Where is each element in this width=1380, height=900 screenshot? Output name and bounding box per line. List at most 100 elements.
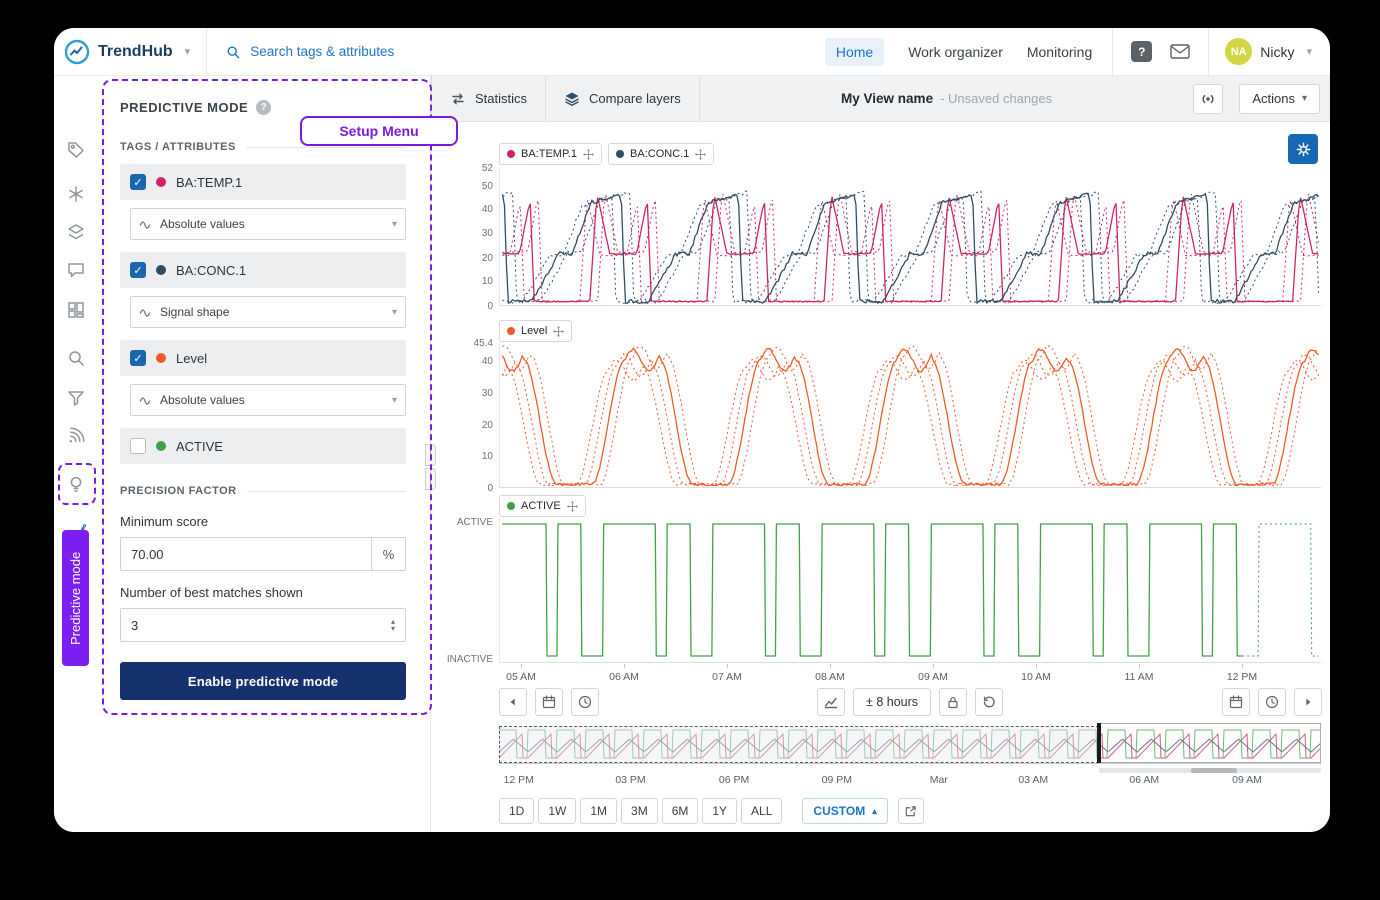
dashboard-icon[interactable] <box>64 298 88 322</box>
plot-chart-2[interactable] <box>499 343 1321 488</box>
predictive-mode-tab[interactable]: Predictive mode <box>62 530 89 666</box>
legend-chip-active[interactable]: ACTIVE <box>499 495 586 517</box>
dropdown-value: Absolute values <box>160 393 384 407</box>
layers-icon[interactable] <box>64 220 88 244</box>
tag-option-dropdown[interactable]: Signal shape ▾ <box>130 296 406 328</box>
y-tick-label: 20 <box>482 253 493 264</box>
range-1m-button[interactable]: 1M <box>580 798 617 824</box>
pan-right-button[interactable] <box>1294 688 1322 716</box>
minimum-score-label: Minimum score <box>120 514 406 529</box>
move-icon[interactable] <box>567 501 578 512</box>
tag-option-dropdown[interactable]: Absolute values ▾ <box>130 384 406 416</box>
move-icon[interactable] <box>695 149 706 160</box>
brand[interactable]: TrendHub ▾ <box>64 39 190 65</box>
range-6m-button[interactable]: 6M <box>662 798 699 824</box>
signal-mode-icon <box>139 394 152 406</box>
x-tick-label: 08 AM <box>815 671 845 683</box>
search-sidebar-icon[interactable] <box>64 346 88 370</box>
panel-help-icon[interactable]: ? <box>256 100 271 115</box>
plot-chart-1[interactable] <box>499 168 1321 306</box>
lock-button[interactable] <box>939 688 967 716</box>
trend-scale-button[interactable] <box>817 688 845 716</box>
checkbox-unchecked[interactable] <box>130 438 146 454</box>
legend-chip-level[interactable]: Level <box>499 320 572 342</box>
series-color-dot <box>507 150 515 158</box>
time-span-button[interactable]: ± 8 hours <box>853 688 931 716</box>
tag-row-active[interactable]: ACTIVE <box>120 428 406 464</box>
checkbox-checked[interactable]: ✓ <box>130 262 146 278</box>
recommendation-bulb-icon[interactable] <box>64 472 88 496</box>
brand-name: TrendHub <box>98 43 173 61</box>
export-range-button[interactable] <box>898 798 924 824</box>
range-custom-button[interactable]: CUSTOM▴ <box>802 798 887 824</box>
tag-icon[interactable] <box>64 138 88 162</box>
number-stepper[interactable]: ▴▾ <box>381 609 405 641</box>
legend-chart-3: ACTIVE <box>499 495 586 517</box>
broadcast-button[interactable] <box>1193 84 1223 114</box>
context-scrollbar[interactable] <box>1099 768 1321 773</box>
swap-arrows-icon <box>450 91 466 107</box>
context-tick-label: 03 PM <box>615 774 645 786</box>
clock-button[interactable] <box>571 688 599 716</box>
range-3m-button[interactable]: 3M <box>621 798 658 824</box>
range-1y-button[interactable]: 1Y <box>702 798 737 824</box>
legend-chip-ba-conc-1[interactable]: BA:CONC.1 <box>608 143 714 165</box>
context-bar[interactable] <box>499 726 1321 764</box>
sparkle-icon[interactable] <box>64 182 88 206</box>
matches-input[interactable] <box>121 609 381 641</box>
chevron-down-icon: ▾ <box>1302 93 1307 104</box>
statistics-button[interactable]: Statistics <box>431 76 546 122</box>
minimum-score-input[interactable] <box>121 538 371 570</box>
view-name[interactable]: My View name <box>841 91 933 106</box>
compare-layers-button[interactable]: Compare layers <box>546 76 700 122</box>
checkbox-checked[interactable]: ✓ <box>130 174 146 190</box>
x-tick-label: 05 AM <box>506 671 536 683</box>
nav-home[interactable]: Home <box>825 38 884 66</box>
brand-chevron-down-icon[interactable]: ▾ <box>185 45 191 58</box>
legend-chip-ba-temp-1[interactable]: BA:TEMP.1 <box>499 143 602 165</box>
tag-row-level[interactable]: ✓ Level <box>120 340 406 376</box>
plot-chart-3[interactable] <box>499 518 1321 663</box>
move-icon[interactable] <box>583 149 594 160</box>
range-1w-button[interactable]: 1W <box>538 798 576 824</box>
context-selection-handle[interactable] <box>1097 723 1101 763</box>
tag-option-dropdown[interactable]: Absolute values ▾ <box>130 208 406 240</box>
pan-left-button[interactable] <box>499 688 527 716</box>
range-1d-button[interactable]: 1D <box>499 798 534 824</box>
context-tick-label: Mar <box>930 774 948 786</box>
enable-predictive-mode-button[interactable]: Enable predictive mode <box>120 662 406 700</box>
tag-row-ba-temp-1[interactable]: ✓ BA:TEMP.1 <box>120 164 406 200</box>
y-tick-label: 30 <box>482 228 493 239</box>
checkbox-checked[interactable]: ✓ <box>130 350 146 366</box>
context-selection-window[interactable] <box>1099 723 1321 763</box>
y-tick-label: 30 <box>482 388 493 399</box>
nav-work-organizer[interactable]: Work organizer <box>908 44 1003 60</box>
chevron-down-icon: ▾ <box>392 219 397 230</box>
nav-monitoring[interactable]: Monitoring <box>1027 44 1092 60</box>
chart-settings-button[interactable] <box>1288 134 1318 164</box>
move-icon[interactable] <box>553 326 564 337</box>
calendar-button[interactable] <box>535 688 563 716</box>
search-input[interactable] <box>250 44 580 59</box>
calendar-end-button[interactable] <box>1222 688 1250 716</box>
context-scrollbar-thumb[interactable] <box>1191 768 1237 773</box>
live-signal-icon[interactable] <box>64 424 88 448</box>
icon-sidebar <box>54 76 98 832</box>
user-menu[interactable]: NA Nicky ▾ <box>1225 38 1312 65</box>
filter-icon[interactable] <box>64 386 88 410</box>
range-all-button[interactable]: ALL <box>741 798 782 824</box>
comment-icon[interactable] <box>64 258 88 282</box>
help-icon[interactable]: ? <box>1131 41 1152 62</box>
x-tick <box>1036 664 1037 668</box>
clock-end-button[interactable] <box>1258 688 1286 716</box>
actions-button[interactable]: Actions▾ <box>1239 84 1320 114</box>
context-search-region <box>499 726 1099 763</box>
mail-icon[interactable] <box>1170 44 1190 59</box>
history-reset-button[interactable] <box>975 688 1003 716</box>
panel-collapse-handle[interactable] <box>425 444 436 490</box>
y-tick-label: ACTIVE <box>457 517 493 528</box>
user-name: Nicky <box>1260 44 1294 60</box>
tag-row-ba-conc-1[interactable]: ✓ BA:CONC.1 <box>120 252 406 288</box>
avatar: NA <box>1225 38 1252 65</box>
dropdown-value: Signal shape <box>160 305 384 319</box>
